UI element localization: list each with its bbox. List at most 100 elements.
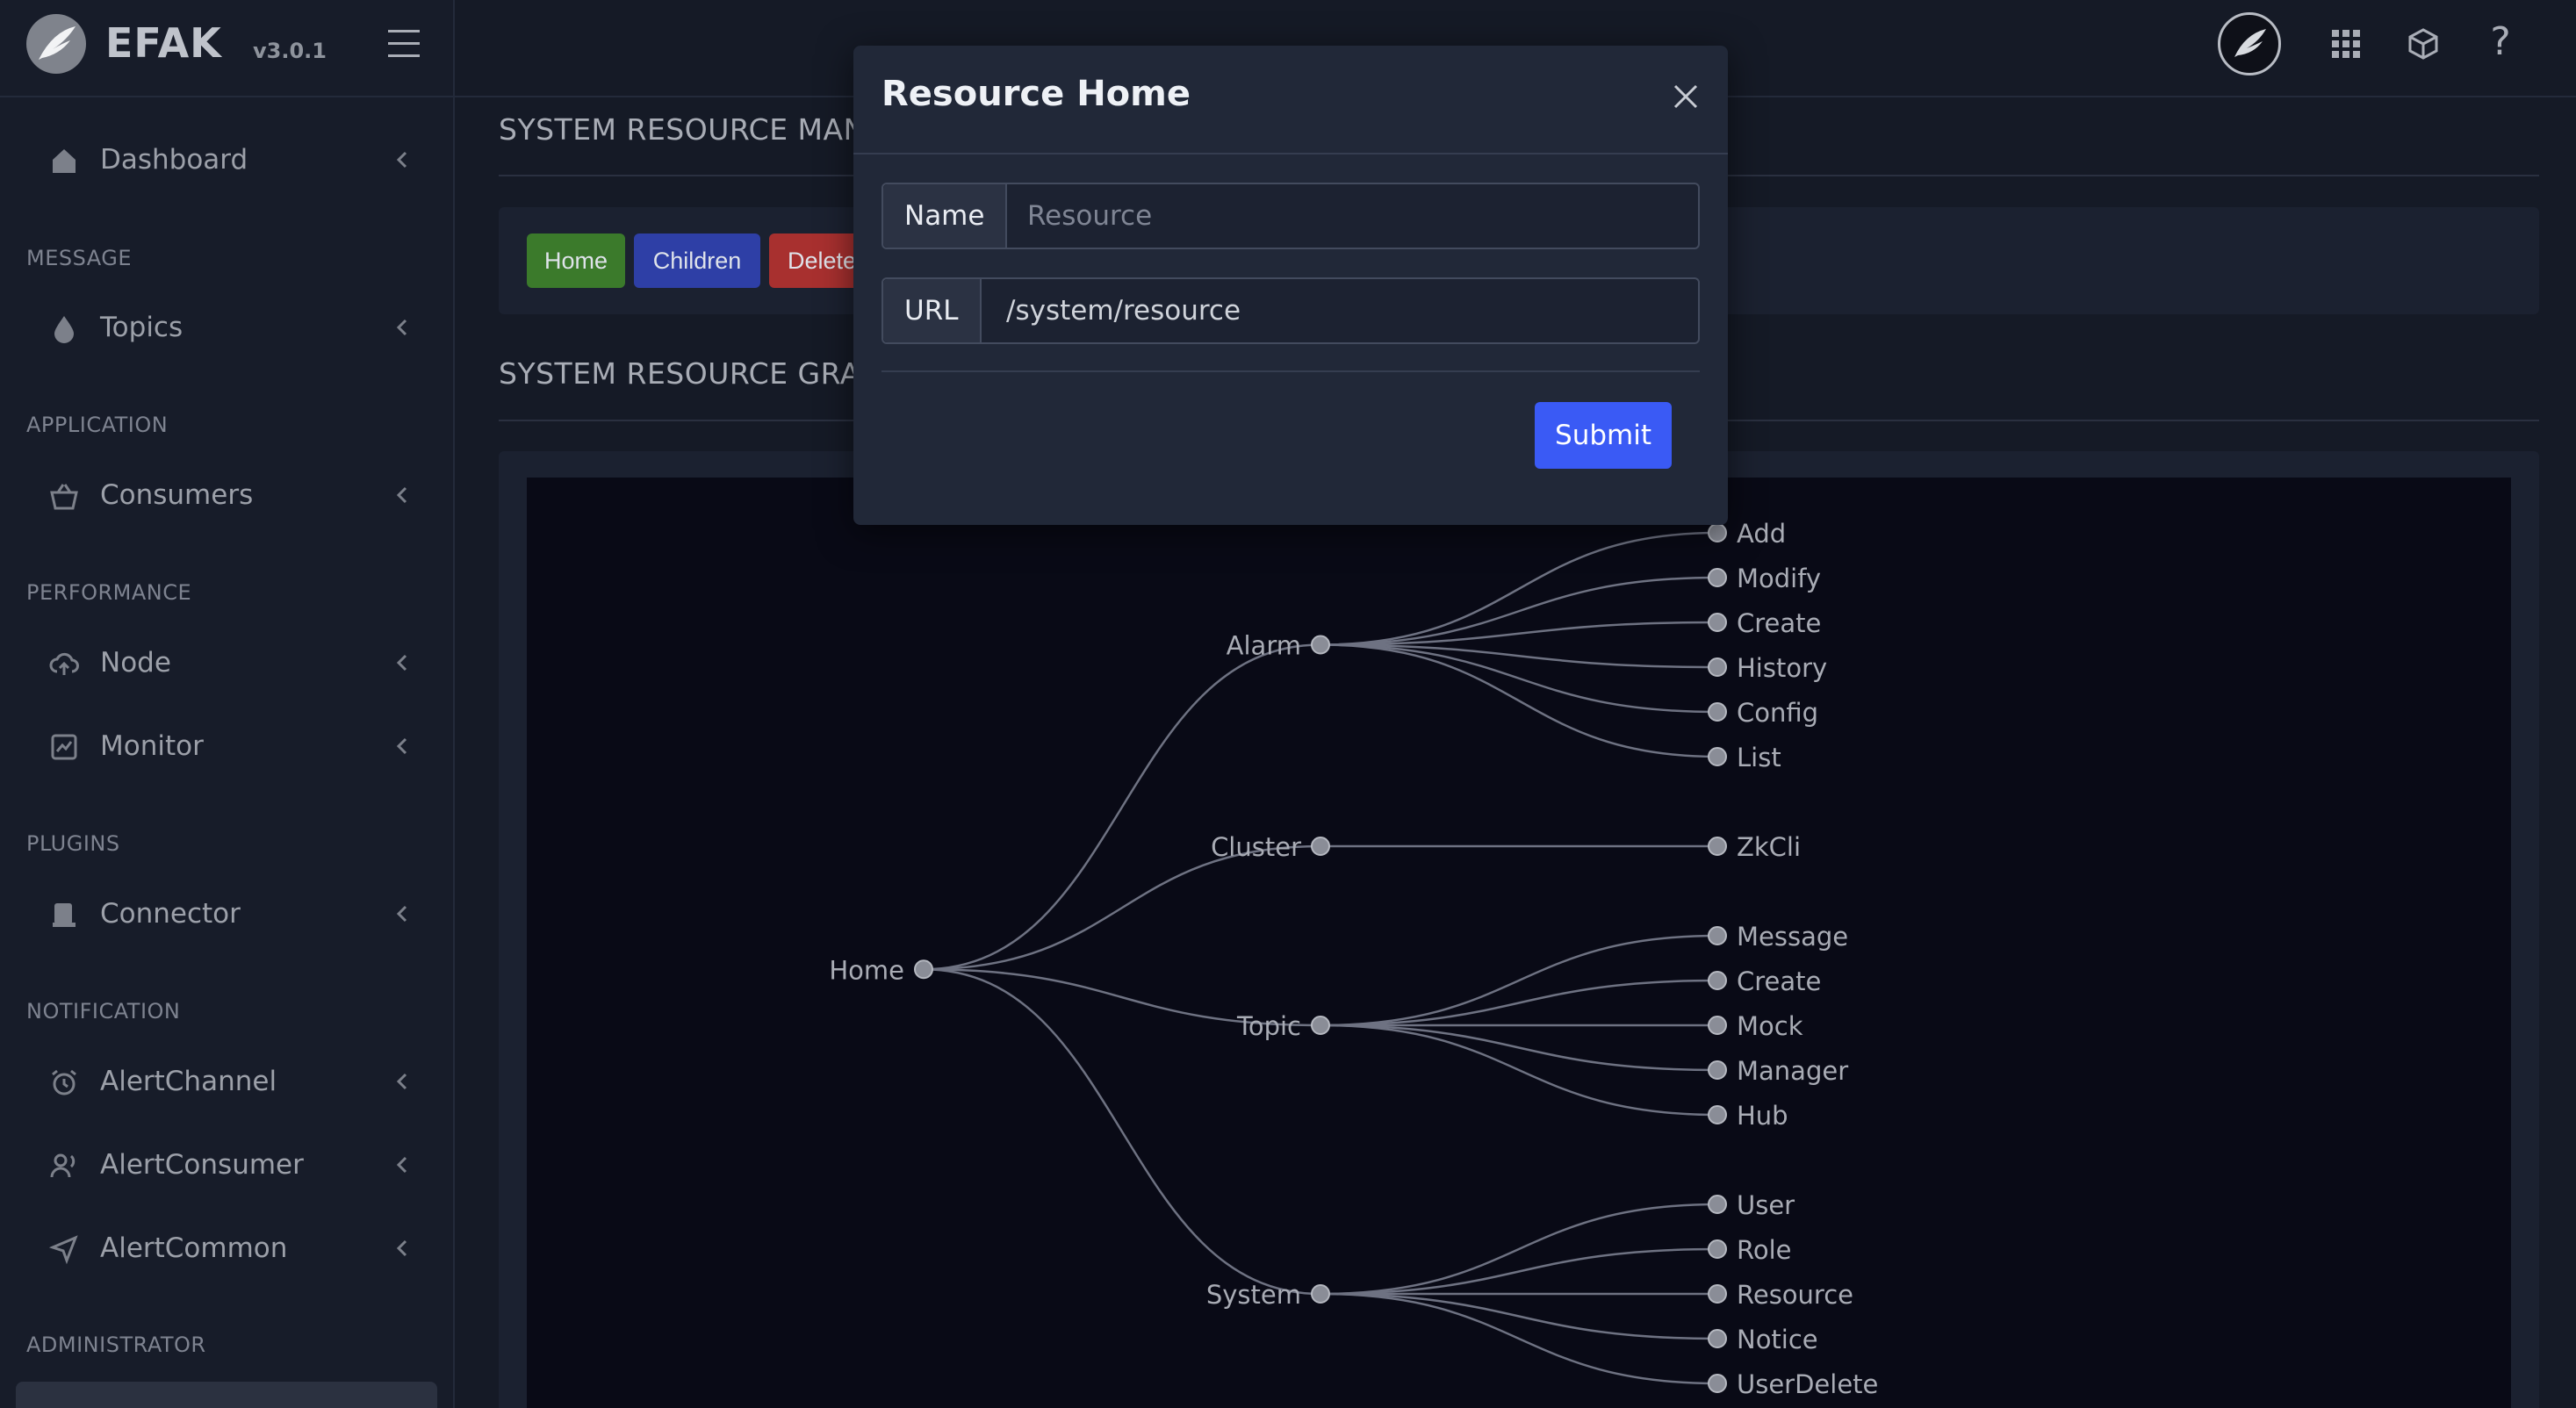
- apps-grid-icon[interactable]: [2328, 26, 2364, 61]
- sidebar-item-alertconsumer[interactable]: AlertConsumer: [26, 1139, 430, 1193]
- alarm-clock-icon: [49, 1067, 79, 1097]
- children-button[interactable]: Children: [634, 233, 760, 288]
- sidebar-item-label: Monitor: [100, 730, 204, 762]
- sidebar-item-label: Node: [100, 647, 171, 679]
- sidebar-item-label: Connector: [100, 898, 241, 930]
- url-input[interactable]: [985, 279, 1698, 342]
- help-icon[interactable]: ?: [2483, 19, 2518, 65]
- sidebar-item-monitor[interactable]: Monitor: [26, 720, 430, 774]
- home-icon: [49, 146, 79, 176]
- cube-icon[interactable]: [2406, 26, 2441, 61]
- user-voice-icon: [49, 1151, 79, 1181]
- line-chart-icon: [49, 732, 79, 762]
- tree-edge: [1320, 1247, 1718, 1296]
- chevron-left-icon: [392, 1234, 413, 1262]
- tree-edge: [923, 643, 1321, 971]
- tree-branch-label: System: [1206, 1280, 1301, 1310]
- tree-edge: [1320, 531, 1718, 646]
- tree-leaf-label: Mock: [1737, 1011, 1803, 1041]
- tree-leaf-label: Add: [1737, 519, 1786, 549]
- name-label: Name: [883, 184, 1008, 248]
- sidebar-item-label: AlertChannel: [100, 1066, 277, 1097]
- sidebar-heading-message: MESSAGE: [26, 246, 133, 270]
- tree-branch-node[interactable]: [1311, 1284, 1330, 1304]
- tree-branch-label: Topic: [1236, 1011, 1301, 1041]
- sidebar-item-label: AlertConsumer: [100, 1149, 304, 1181]
- name-input[interactable]: [1006, 184, 1698, 248]
- chevron-left-icon: [392, 900, 413, 928]
- sidebar-item-dashboard[interactable]: Dashboard: [26, 133, 430, 188]
- tree-edge: [1320, 934, 1718, 1027]
- tree-leaf-node[interactable]: [1708, 1374, 1727, 1393]
- chevron-left-icon: [392, 1151, 413, 1179]
- tree-leaf-node[interactable]: [1708, 568, 1727, 587]
- tree-leaf-label: Role: [1737, 1235, 1792, 1265]
- sidebar-heading-plugins: PLUGINS: [26, 831, 120, 856]
- tree-leaf-label: Create: [1737, 966, 1821, 996]
- send-icon: [48, 1234, 79, 1265]
- tree-leaf-label: Notice: [1737, 1325, 1818, 1354]
- tree-leaf-node[interactable]: [1708, 702, 1727, 722]
- tree-leaf-node[interactable]: [1708, 523, 1727, 542]
- sidebar-item-alertchannel[interactable]: AlertChannel: [26, 1055, 430, 1110]
- modal-title: Resource Home: [881, 74, 1191, 114]
- tree-leaf-label: Create: [1737, 608, 1821, 638]
- tree-leaf-node[interactable]: [1708, 971, 1727, 990]
- url-field: URL: [881, 277, 1700, 344]
- resource-modal: Resource Home Name URL Submit: [853, 46, 1728, 525]
- submit-button[interactable]: Submit: [1535, 402, 1672, 469]
- menu-toggle-icon[interactable]: [386, 28, 421, 60]
- home-button[interactable]: Home: [527, 233, 625, 288]
- tree-leaf-node[interactable]: [1708, 926, 1727, 945]
- brand-header: EFAK v3.0.1: [0, 0, 455, 97]
- tree-leaf-node[interactable]: [1708, 1105, 1727, 1124]
- tree-branch-node[interactable]: [1311, 837, 1330, 856]
- tree-leaf-label: Modify: [1737, 564, 1821, 593]
- tree-leaf-node[interactable]: [1708, 837, 1727, 856]
- sidebar-item-alertcommon[interactable]: AlertCommon: [26, 1222, 430, 1276]
- plug-icon: [49, 900, 79, 930]
- tree-edges: [923, 531, 1718, 1385]
- modal-header-divider: [853, 153, 1728, 154]
- efak-logo-icon: [26, 14, 86, 74]
- sidebar-item-connector[interactable]: Connector: [26, 887, 430, 942]
- avatar[interactable]: [2218, 12, 2281, 75]
- resource-tree-graph[interactable]: Add Modify Create History Config List Alarm ZkC…: [527, 478, 2511, 1408]
- tree-nodes: Add Modify Create History Config List Alarm ZkC…: [829, 519, 1878, 1399]
- tree-root-label: Home: [829, 955, 904, 985]
- tree-edge: [1320, 643, 1718, 758]
- chevron-left-icon: [392, 732, 413, 760]
- tree-leaf-label: History: [1737, 653, 1827, 683]
- cloud-upload-icon: [49, 649, 79, 679]
- tree-leaf-node[interactable]: [1708, 657, 1727, 677]
- sidebar: EFAK v3.0.1 Dashboard MESSAGE Topics APP…: [0, 0, 455, 1408]
- tree-leaf-label: List: [1737, 743, 1781, 772]
- tree-branch-label: Cluster: [1211, 832, 1301, 862]
- tree-edge: [1320, 1024, 1718, 1072]
- sidebar-item-consumers[interactable]: Consumers: [26, 469, 430, 523]
- sidebar-item-node[interactable]: Node: [26, 636, 430, 691]
- tree-root-node[interactable]: [914, 959, 933, 980]
- name-field: Name: [881, 183, 1700, 249]
- tree-branch-node[interactable]: [1311, 635, 1330, 655]
- sidebar-item-active[interactable]: [16, 1382, 437, 1408]
- tree-leaf-node[interactable]: [1708, 1329, 1727, 1348]
- sidebar-item-topics[interactable]: Topics: [26, 301, 430, 356]
- tree-leaf-node[interactable]: [1708, 1060, 1727, 1080]
- tree-leaf-node[interactable]: [1708, 1195, 1727, 1214]
- sidebar-item-label: Topics: [100, 312, 183, 343]
- chevron-left-icon: [392, 1067, 413, 1096]
- close-icon[interactable]: [1670, 81, 1702, 112]
- page-title-graph: SYSTEM RESOURCE GRAPH: [499, 356, 901, 391]
- tree-leaf-node[interactable]: [1708, 613, 1727, 632]
- tree-leaf-node[interactable]: [1708, 1239, 1727, 1259]
- tree-leaf-node[interactable]: [1708, 1016, 1727, 1035]
- tree-edge: [923, 844, 1321, 971]
- droplet-icon: [49, 313, 79, 343]
- tree-branch-node[interactable]: [1311, 1016, 1330, 1035]
- sidebar-heading-administrator: ADMINISTRATOR: [26, 1333, 206, 1357]
- sidebar-item-label: Dashboard: [100, 144, 248, 176]
- tree-leaf-node[interactable]: [1708, 747, 1727, 766]
- tree-leaf-node[interactable]: [1708, 1284, 1727, 1304]
- tree-edge: [1320, 1024, 1718, 1117]
